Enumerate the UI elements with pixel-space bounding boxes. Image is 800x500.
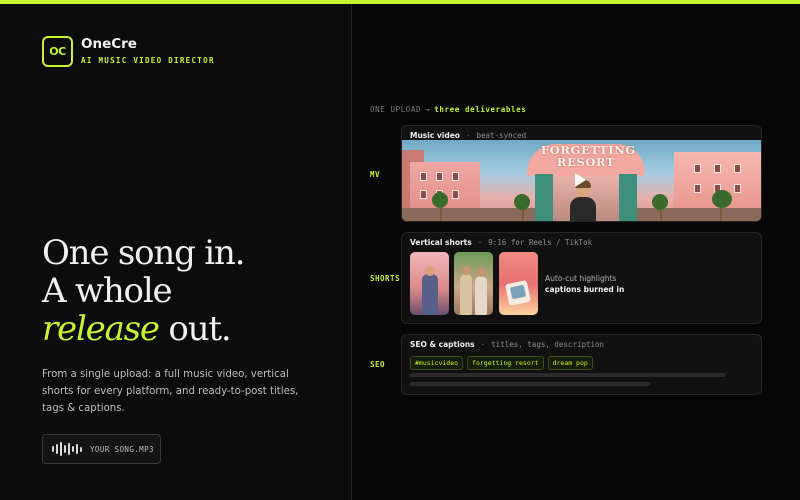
short-thumbnail[interactable] <box>410 252 449 315</box>
card-subtitle-mv: beat-synced <box>476 131 527 140</box>
headline-line-1: One song in. <box>42 233 245 273</box>
short-thumbnail[interactable] <box>499 252 538 315</box>
shorts-card[interactable]: Vertical shorts · 9:16 for Reels / TikTok … <box>401 232 762 324</box>
music-video-card[interactable]: Music video · beat-synced FORGETTING RESOR… <box>401 125 762 222</box>
row-label-seo: SEO <box>370 360 386 369</box>
short-thumbnail[interactable] <box>454 252 493 315</box>
headline-line-2: A whole <box>42 271 173 311</box>
tag-chip[interactable]: forgetting resort <box>467 356 544 370</box>
card-header-shorts: Vertical shorts · 9:16 for Reels / TikTok <box>410 238 592 247</box>
tag-chip[interactable]: #musicvideo <box>410 356 464 370</box>
card-header-mv: Music video · beat-synced <box>410 131 526 140</box>
shorts-highlight-line-1: Auto-cut highlights <box>545 274 617 283</box>
shorts-highlight-text: Auto-cut highlights captions burned in <box>545 273 624 295</box>
hero-description: From a single upload: a full music video… <box>42 369 299 414</box>
hero-headline: One song in. A whole release out. <box>42 233 245 348</box>
row-label-shorts: SHORTS <box>370 274 401 283</box>
card-title-shorts: Vertical shorts <box>410 238 472 247</box>
separator-dot: · <box>465 131 471 140</box>
card-subtitle-seo: titles, tags, description <box>491 340 605 349</box>
play-icon[interactable] <box>575 173 586 187</box>
headline-line-3-rest: out. <box>158 309 231 349</box>
brand-tagline: AI MUSIC VIDEO DIRECTOR <box>81 56 215 65</box>
arrow-right-icon: → <box>425 105 431 114</box>
card-subtitle-shorts: 9:16 for Reels / TikTok <box>488 238 593 247</box>
flow-to: three deliverables <box>434 105 527 114</box>
separator-dot: · <box>477 238 483 247</box>
tag-chip[interactable]: dream pop <box>547 356 593 370</box>
upload-label: YOUR SONG.MP3 <box>90 444 154 454</box>
row-label-mv: MV <box>370 170 381 179</box>
flow-caption: ONE UPLOAD → three deliverables <box>370 105 526 114</box>
resort-sign: FORGETTING RESORT <box>541 143 636 169</box>
brand-name[interactable]: OneCre <box>81 36 137 52</box>
flow-from: ONE UPLOAD <box>370 105 422 114</box>
card-title-seo: SEO & captions <box>410 340 475 349</box>
tag-list: #musicvideo forgetting resort dream pop <box>410 356 593 370</box>
separator-dot: · <box>480 340 486 349</box>
performer-figure <box>570 180 596 221</box>
card-title-mv: Music video <box>410 131 460 140</box>
description-placeholder-line <box>410 382 650 386</box>
headline-line-3: release out. <box>42 310 244 348</box>
waveform-icon <box>52 442 82 456</box>
music-video-preview[interactable]: FORGETTING RESORT <box>402 140 761 221</box>
description-placeholder-line <box>410 373 726 377</box>
upload-song-button[interactable]: YOUR SONG.MP3 <box>42 434 161 464</box>
card-header-seo: SEO & captions · titles, tags, description <box>410 340 604 349</box>
headline-accent: release <box>42 309 160 349</box>
logo-icon[interactable]: OC <box>42 36 73 67</box>
seo-card[interactable]: SEO & captions · titles, tags, description… <box>401 334 762 395</box>
shorts-highlight-line-2: captions burned in <box>545 285 625 294</box>
